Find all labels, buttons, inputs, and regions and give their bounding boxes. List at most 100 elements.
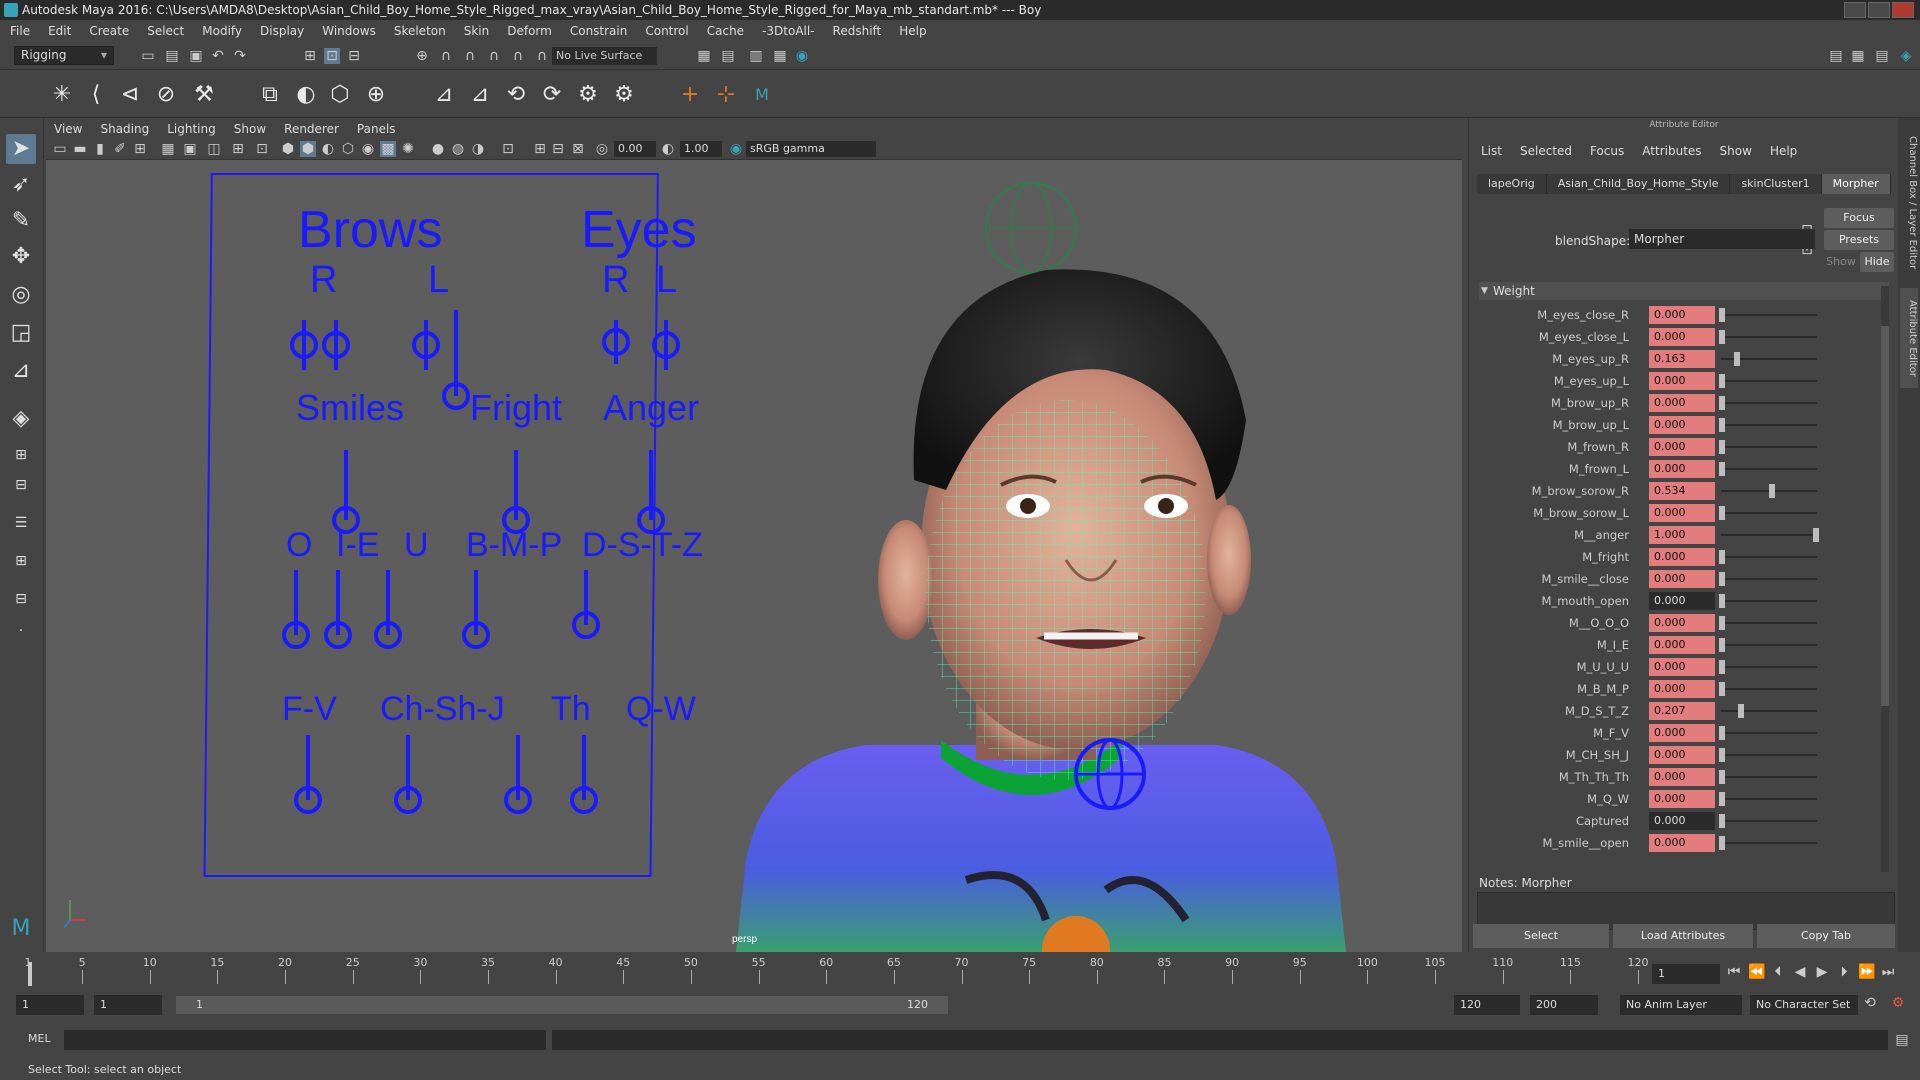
maya-logo-icon[interactable]: M <box>748 81 776 109</box>
weight-slider-track[interactable] <box>1721 336 1817 338</box>
weight-slider-track[interactable] <box>1721 688 1817 690</box>
workspace-icon[interactable]: ▤ <box>1828 48 1844 64</box>
weight-slider-handle[interactable] <box>1719 814 1725 828</box>
step-forward-key-icon[interactable]: ⏩ <box>1858 964 1875 980</box>
point-constraint-icon[interactable]: ⊿ <box>466 81 494 109</box>
default-material-icon[interactable]: ◐ <box>320 141 336 157</box>
minimize-button[interactable] <box>1844 2 1866 18</box>
view-transform-dropdown[interactable]: sRGB gamma <box>746 141 876 157</box>
menu-display[interactable]: Display <box>260 24 304 38</box>
vp-menu-lighting[interactable]: Lighting <box>167 120 216 138</box>
weight-value-field[interactable]: 0.000 <box>1649 394 1715 412</box>
weight-slider-handle[interactable] <box>1719 374 1725 388</box>
menu-help[interactable]: Help <box>899 24 926 38</box>
weight-value-field[interactable]: 0.000 <box>1649 372 1715 390</box>
weight-value-field[interactable]: 0.000 <box>1649 636 1715 654</box>
weight-value-field[interactable]: 0.000 <box>1649 328 1715 346</box>
weight-value-field[interactable]: 0.000 <box>1649 680 1715 698</box>
weight-slider-handle[interactable] <box>1719 550 1725 564</box>
show-button[interactable]: Show <box>1824 252 1858 272</box>
weight-slider-handle[interactable] <box>1719 682 1725 696</box>
menu-windows[interactable]: Windows <box>322 24 376 38</box>
focus-button[interactable]: Focus <box>1824 208 1894 228</box>
menu-3dtoall[interactable]: -3DtoAll- <box>762 24 814 38</box>
use-all-lights-icon[interactable]: ✺ <box>400 141 416 157</box>
scale-tool-icon[interactable]: ◲ <box>6 318 36 348</box>
weight-value-field[interactable]: 0.000 <box>1649 746 1715 764</box>
weight-slider-handle[interactable] <box>1738 704 1745 718</box>
undo-icon[interactable]: ↶ <box>210 48 226 64</box>
save-scene-icon[interactable]: ▣ <box>188 48 204 64</box>
weight-slider-handle[interactable] <box>1719 418 1725 432</box>
weight-slider-handle[interactable] <box>1719 836 1725 850</box>
bookmark-icon[interactable]: ▮ <box>92 141 108 157</box>
image-plane-icon[interactable]: ✐ <box>112 141 128 157</box>
menu-create[interactable]: Create <box>89 24 129 38</box>
orient-constraint-icon[interactable]: ⟲ <box>502 81 530 109</box>
weight-slider-track[interactable] <box>1721 776 1817 778</box>
weight-slider-track[interactable] <box>1721 314 1817 316</box>
menu-cache[interactable]: Cache <box>707 24 744 38</box>
go-to-start-icon[interactable]: ⏮ <box>1726 964 1742 980</box>
paint-select-icon[interactable]: ✎ <box>6 206 36 236</box>
camera-select-icon[interactable]: ▭ <box>52 141 68 157</box>
gamma-field[interactable]: 1.00 <box>680 141 722 157</box>
ae-menu-selected[interactable]: Selected <box>1520 144 1572 158</box>
weight-slider-track[interactable] <box>1721 842 1817 844</box>
end-time-field[interactable]: 200 <box>1530 995 1598 1015</box>
menu-select[interactable]: Select <box>147 24 184 38</box>
tab-skincluster[interactable]: skinCluster1 <box>1730 174 1822 194</box>
presets-button[interactable]: Presets <box>1824 230 1894 250</box>
hik-locator-icon[interactable]: ⊹ <box>712 81 740 109</box>
weight-value-field[interactable]: 0.000 <box>1649 658 1715 676</box>
ae-load-attributes-button[interactable]: Load Attributes <box>1613 924 1753 948</box>
camera-attributes-icon[interactable]: ▬ <box>72 141 88 157</box>
weight-value-field[interactable]: 0.000 <box>1649 592 1715 610</box>
select-by-component-icon[interactable]: ⊟ <box>346 48 362 64</box>
paint-weights-icon[interactable]: ◐ <box>292 81 320 109</box>
ae-menu-show[interactable]: Show <box>1720 144 1752 158</box>
tab-shape-orig[interactable]: lapeOrig <box>1477 174 1547 194</box>
snap-grid-icon[interactable]: ⊕ <box>414 48 430 64</box>
anim-layer-dropdown[interactable]: No Anim Layer <box>1620 995 1742 1015</box>
weight-slider-handle[interactable] <box>1719 638 1725 652</box>
vp-menu-show[interactable]: Show <box>234 120 266 138</box>
channel-box-tab[interactable]: Channel Box / Layer Editor <box>1900 128 1918 278</box>
ae-menu-focus[interactable]: Focus <box>1590 144 1624 158</box>
weight-slider-track[interactable] <box>1721 710 1817 712</box>
preferences-icon[interactable]: ⚙ <box>1890 995 1906 1011</box>
weight-slider-track[interactable] <box>1721 798 1817 800</box>
select-by-hierarchy-icon[interactable]: ⊞ <box>302 48 318 64</box>
layout-four-icon[interactable]: ⊞ <box>6 440 36 470</box>
film-gate-icon[interactable]: ▦ <box>160 141 176 157</box>
weight-value-field[interactable]: 0.000 <box>1649 570 1715 588</box>
redo-icon[interactable]: ↷ <box>232 48 248 64</box>
script-editor-icon[interactable]: ▤ <box>1894 1032 1910 1048</box>
resolution-gate-icon[interactable]: ▣ <box>182 141 198 157</box>
weight-value-field[interactable]: 1.000 <box>1649 526 1715 544</box>
tab-morpher[interactable]: Morpher <box>1821 174 1891 194</box>
weight-slider-handle[interactable] <box>1719 308 1725 322</box>
hud-icon[interactable]: ⊠ <box>570 141 586 157</box>
weight-value-field[interactable]: 0.207 <box>1649 702 1715 720</box>
color-management-icon[interactable]: ◉ <box>728 141 744 157</box>
ae-copy-tab-button[interactable]: Copy Tab <box>1757 924 1895 948</box>
mirror-joint-icon[interactable]: ⊲ <box>116 81 144 109</box>
ipr-render-icon[interactable]: ▥ <box>748 48 764 64</box>
ae-menu-help[interactable]: Help <box>1770 144 1797 158</box>
weight-slider-track[interactable] <box>1721 402 1817 404</box>
weight-value-field[interactable]: 0.534 <box>1649 482 1715 500</box>
motion-blur-icon[interactable]: ◑ <box>470 141 486 157</box>
playback-start-field[interactable]: 1 <box>94 995 162 1015</box>
weight-value-field[interactable]: 0.163 <box>1649 350 1715 368</box>
field-chart-icon[interactable]: ⊞ <box>230 141 246 157</box>
weight-slider-handle[interactable] <box>1769 484 1776 498</box>
step-back-frame-icon[interactable]: ⏴ <box>1770 964 1786 980</box>
current-time-marker[interactable] <box>28 962 32 986</box>
parent-constraint-icon[interactable]: ⊿ <box>430 81 458 109</box>
weight-slider-handle[interactable] <box>1719 506 1725 520</box>
snap-point-icon[interactable]: ∩ <box>462 48 478 64</box>
vp-menu-renderer[interactable]: Renderer <box>284 120 339 138</box>
play-backwards-icon[interactable]: ◀ <box>1792 964 1808 980</box>
weight-slider-track[interactable] <box>1721 600 1817 602</box>
